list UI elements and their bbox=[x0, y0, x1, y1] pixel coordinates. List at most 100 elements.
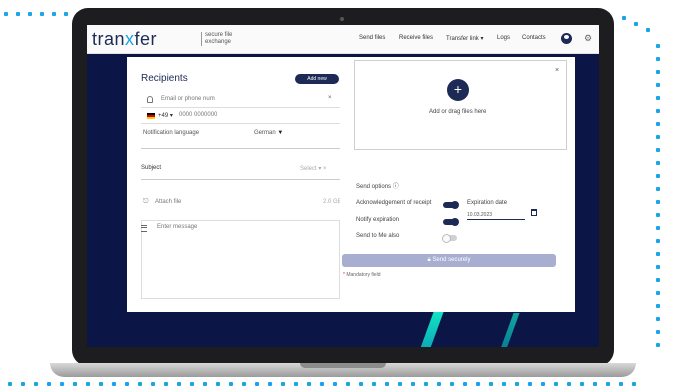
frame-dot bbox=[502, 382, 506, 386]
required-note-text: Mandatory field bbox=[346, 272, 381, 278]
frame-dot bbox=[307, 382, 311, 386]
frame-dot bbox=[656, 122, 660, 126]
frame-dot bbox=[333, 382, 337, 386]
attach-file-button[interactable]: Attach file bbox=[155, 199, 181, 205]
frame-dot bbox=[567, 382, 571, 386]
nav-transfer-link-label: Transfer link bbox=[446, 36, 479, 42]
frame-dot bbox=[60, 382, 64, 386]
frame-dot bbox=[656, 200, 660, 204]
frame-dot bbox=[190, 382, 194, 386]
top-bar: tranxfer secure file exchange Send files… bbox=[87, 25, 599, 54]
frame-dot bbox=[463, 382, 467, 386]
email-input[interactable]: Email or phone num bbox=[161, 96, 215, 102]
recipients-panel: Recipients Add new Email or phone num × … bbox=[127, 57, 342, 312]
frame-dot bbox=[164, 382, 168, 386]
recipients-title: Recipients bbox=[141, 73, 188, 84]
frame-dot bbox=[4, 12, 8, 16]
laptop-notch bbox=[300, 363, 386, 368]
nav-contacts[interactable]: Contacts bbox=[522, 35, 546, 41]
frame-dot bbox=[437, 382, 441, 386]
frame-dot bbox=[294, 382, 298, 386]
nav-receive-files[interactable]: Receive files bbox=[399, 35, 433, 41]
frame-dot bbox=[52, 12, 56, 16]
frame-dot bbox=[398, 382, 402, 386]
subject-select-label: Select bbox=[300, 166, 317, 172]
tagline-line: secure file bbox=[205, 32, 233, 38]
frame-dot bbox=[656, 317, 660, 321]
frame-dot bbox=[656, 148, 660, 152]
frame-dot bbox=[656, 174, 660, 178]
frame-dot bbox=[411, 382, 415, 386]
dropzone-label: Add or drag files here bbox=[429, 109, 487, 115]
send-to-me-toggle[interactable] bbox=[442, 234, 457, 243]
frame-dot bbox=[656, 57, 660, 61]
calendar-icon[interactable] bbox=[531, 209, 537, 216]
ack-receipt-label: Acknowledgement of receipt bbox=[356, 200, 432, 206]
add-file-plus-icon[interactable]: + bbox=[447, 79, 469, 101]
app-screen: tranxfer secure file exchange Send files… bbox=[87, 25, 599, 347]
frame-dot bbox=[359, 382, 363, 386]
frame-dot bbox=[656, 44, 660, 48]
required-asterisk: * bbox=[343, 272, 345, 278]
frame-dot bbox=[138, 382, 142, 386]
frame-dot bbox=[606, 382, 610, 386]
frame-dot bbox=[515, 382, 519, 386]
frame-dot bbox=[86, 382, 90, 386]
frame-dot bbox=[656, 343, 660, 347]
frame-dot bbox=[622, 16, 626, 20]
background-stripe bbox=[500, 313, 520, 347]
frame-dot bbox=[656, 109, 660, 113]
phone-input[interactable]: 0000 0000000 bbox=[179, 112, 217, 118]
frame-dot bbox=[656, 330, 660, 334]
nav-transfer-link[interactable]: Transfer link ▾ bbox=[446, 35, 483, 42]
frame-dot bbox=[528, 382, 532, 386]
frame-dot bbox=[268, 382, 272, 386]
message-placeholder: Enter message bbox=[157, 224, 198, 230]
brand-text: fer bbox=[134, 29, 158, 49]
brand-logo[interactable]: tranxfer bbox=[92, 29, 157, 50]
send-securely-button[interactable]: 🔒︎ Send securely bbox=[342, 254, 556, 267]
frame-dot bbox=[656, 213, 660, 217]
language-select[interactable]: German ▼ bbox=[254, 130, 283, 136]
send-to-me-label: Send to Me also bbox=[356, 233, 400, 239]
frame-dot bbox=[656, 96, 660, 100]
message-textarea[interactable] bbox=[141, 220, 340, 299]
notify-expiration-label: Notify expiration bbox=[356, 217, 400, 223]
frame-dot bbox=[476, 382, 480, 386]
lock-icon: 🔒︎ bbox=[427, 257, 431, 263]
frame-dot bbox=[64, 12, 68, 16]
divider bbox=[141, 123, 340, 124]
close-icon[interactable]: × bbox=[555, 67, 559, 74]
expiration-date-input[interactable]: 10.03.2023 bbox=[467, 212, 525, 220]
file-dropzone[interactable]: × + Add or drag files here bbox=[354, 60, 567, 150]
subject-select[interactable]: Select ▾ × bbox=[300, 165, 327, 172]
frame-dot bbox=[424, 382, 428, 386]
subject-label: Subject bbox=[141, 165, 162, 171]
frame-dot bbox=[320, 382, 324, 386]
frame-dot bbox=[593, 382, 597, 386]
frame-dot bbox=[99, 382, 103, 386]
frame-dot bbox=[656, 291, 660, 295]
frame-dot bbox=[656, 83, 660, 87]
brand-x: x bbox=[125, 29, 135, 49]
notify-expiration-toggle[interactable] bbox=[443, 218, 459, 226]
frame-dot bbox=[580, 382, 584, 386]
frame-dot bbox=[28, 12, 32, 16]
user-avatar-icon[interactable] bbox=[561, 33, 572, 44]
frame-dot bbox=[385, 382, 389, 386]
remove-recipient-icon[interactable]: × bbox=[328, 95, 332, 101]
language-value: German bbox=[254, 130, 276, 136]
nav-send-files[interactable]: Send files bbox=[359, 35, 385, 41]
add-new-button[interactable]: Add new bbox=[295, 74, 339, 84]
info-icon[interactable]: ⓘ bbox=[393, 184, 399, 190]
frame-dot bbox=[656, 161, 660, 165]
send-options-title: Send options ⓘ bbox=[356, 181, 399, 190]
phone-prefix-select[interactable]: +49 ▾ bbox=[158, 112, 173, 119]
nav-logs[interactable]: Logs bbox=[497, 35, 510, 41]
send-options-label: Send options bbox=[356, 184, 392, 190]
frame-dot bbox=[646, 28, 650, 32]
ack-receipt-toggle[interactable] bbox=[443, 201, 459, 209]
frame-dot bbox=[656, 135, 660, 139]
divider bbox=[141, 148, 340, 149]
settings-gear-icon[interactable]: ⚙ bbox=[584, 33, 592, 44]
